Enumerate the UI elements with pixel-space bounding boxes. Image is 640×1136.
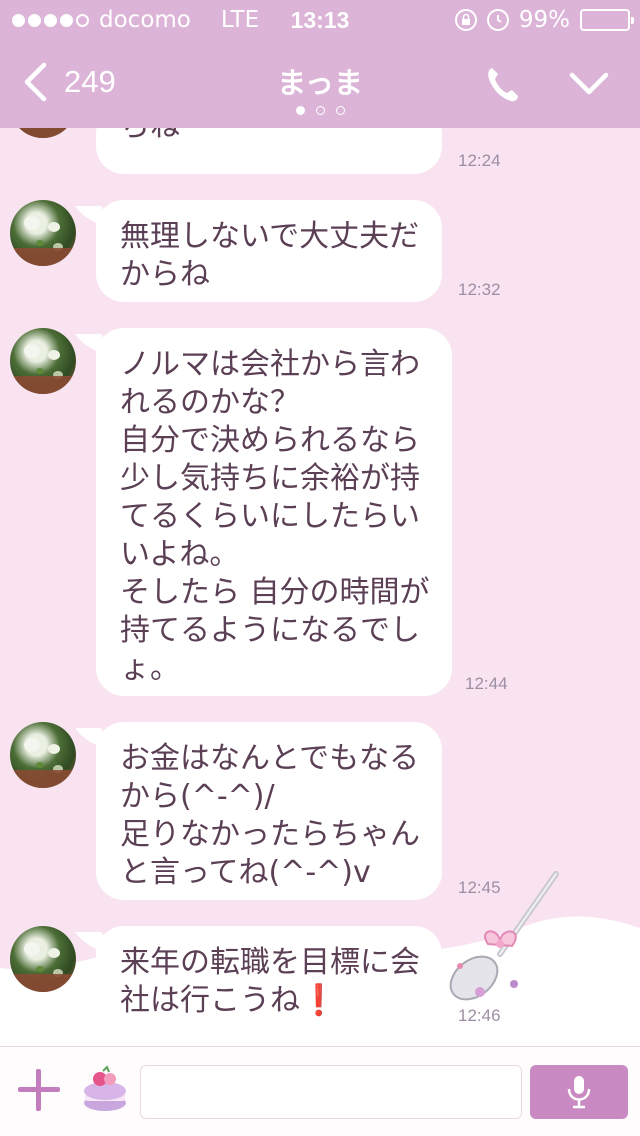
avatar[interactable] xyxy=(10,722,76,788)
message-text: お金はなんとでもなる から(^-^)/ 足りなかったらちゃん と言ってね(^-^… xyxy=(120,741,420,890)
chat-header: 249 まっま xyxy=(0,40,640,128)
voice-button[interactable] xyxy=(530,1065,628,1119)
message-bubble: 無理しないで大丈夫だ からね xyxy=(96,200,442,302)
message-time: 12:44 xyxy=(465,674,508,693)
top-bar: docomo LTE 13:13 99% 249 まっま xyxy=(0,0,640,128)
macaron-sticker-icon[interactable] xyxy=(80,1065,130,1117)
battery-percent: 99% xyxy=(518,7,570,33)
avatar[interactable] xyxy=(10,200,76,266)
message-time: 12:32 xyxy=(458,280,501,299)
chat-area[interactable]: らね 12:24 無理しないで大丈夫だ からね 12:32 ノルマは会社から言わ… xyxy=(0,128,640,1046)
message-text: 無理しないで大丈夫だ からね xyxy=(120,219,420,292)
message-text: ノルマは会社から言わ れるのかな？ 自分で決められるなら 少し気持ちに余裕が持 … xyxy=(120,347,430,686)
chevron-down-icon[interactable] xyxy=(568,70,610,98)
message-bubble: お金はなんとでもなる から(^-^)/ 足りなかったらちゃん と言ってね(^-^… xyxy=(96,722,442,900)
alarm-icon xyxy=(486,9,509,31)
page-dot xyxy=(335,106,345,115)
message-text: 来年の転職を目標に会 社は行こうね❗ xyxy=(120,945,420,1018)
rotation-lock-icon xyxy=(454,9,477,31)
phone-icon[interactable] xyxy=(484,64,520,104)
message-input[interactable] xyxy=(140,1065,522,1119)
plus-icon[interactable] xyxy=(18,1069,60,1111)
microphone-icon xyxy=(567,1076,591,1109)
page-dot xyxy=(315,106,325,115)
input-bar xyxy=(0,1046,640,1136)
avatar[interactable] xyxy=(10,128,76,138)
message-text: らね xyxy=(120,128,180,144)
message-bubble: らね xyxy=(96,128,442,174)
message-bubble: 来年の転職を目標に会 社は行こうね❗ xyxy=(96,926,442,1028)
avatar[interactable] xyxy=(10,328,76,394)
avatar[interactable] xyxy=(10,926,76,992)
chat-title: まっま xyxy=(277,66,363,100)
battery-icon xyxy=(580,9,634,31)
status-bar: docomo LTE 13:13 99% xyxy=(0,0,640,40)
page-indicator xyxy=(0,106,640,115)
message-bubble: ノルマは会社から言わ れるのかな？ 自分で決められるなら 少し気持ちに余裕が持 … xyxy=(96,328,452,696)
page-dot xyxy=(295,106,305,115)
message-time: 12:46 xyxy=(458,1006,501,1025)
spoon-ribbon-decoration xyxy=(449,871,559,1001)
message-time: 12:24 xyxy=(458,151,501,170)
